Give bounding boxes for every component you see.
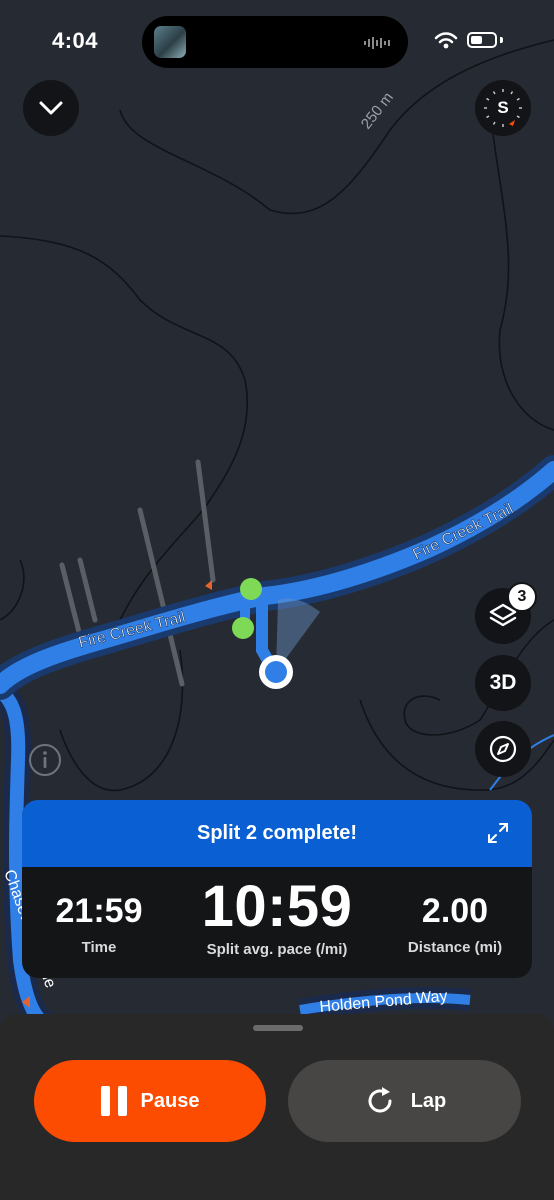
- now-playing-thumbnail: [154, 26, 186, 58]
- compass-heading-letter: S: [497, 98, 509, 117]
- audio-waveform-icon: [364, 37, 390, 49]
- battery-icon: [467, 32, 497, 48]
- stat-time-label: Time: [81, 939, 117, 956]
- toggle-3d-button[interactable]: 3D: [475, 655, 531, 711]
- split-card-header: Split 2 complete!: [22, 800, 532, 867]
- layers-count-badge: 3: [507, 582, 537, 612]
- compass-dial-button[interactable]: S: [475, 80, 531, 136]
- stat-distance-label: Distance (mi): [407, 939, 503, 956]
- stat-time: 21:59 Time: [42, 867, 156, 956]
- pause-label: Pause: [140, 1089, 200, 1112]
- lap-label: Lap: [410, 1089, 447, 1112]
- pause-button[interactable]: Pause: [34, 1060, 266, 1142]
- stat-pace-value: 10:59: [201, 874, 353, 939]
- stat-time-value: 21:59: [55, 892, 143, 930]
- wifi-icon: [434, 32, 458, 49]
- expand-icon[interactable]: [486, 821, 510, 845]
- pause-icon: [100, 1086, 127, 1116]
- lap-marker[interactable]: [232, 617, 254, 639]
- lap-button[interactable]: Lap: [288, 1060, 521, 1142]
- dynamic-island[interactable]: [142, 16, 408, 68]
- stat-pace: 10:59 Split avg. pace (/mi): [190, 867, 364, 958]
- split-complete-card: Split 2 complete! 21:59 Time 10:59 Split…: [22, 800, 532, 978]
- map-layers-button[interactable]: 3: [475, 582, 537, 644]
- chevron-down-icon: [39, 101, 63, 115]
- recenter-button[interactable]: [475, 721, 531, 777]
- compass-icon: [489, 735, 517, 763]
- collapse-button[interactable]: [23, 80, 79, 136]
- lap-refresh-icon: [368, 1087, 392, 1113]
- recording-controls-sheet: Pause Lap: [0, 1014, 554, 1200]
- toggle-3d-label: 3D: [489, 671, 517, 694]
- info-icon[interactable]: [28, 743, 62, 777]
- sheet-grabber[interactable]: [253, 1025, 303, 1031]
- status-time: 4:04: [52, 28, 99, 53]
- stat-distance-value: 2.00: [421, 892, 489, 930]
- lap-marker[interactable]: [240, 578, 262, 600]
- split-stats: 21:59 Time 10:59 Split avg. pace (/mi) 2…: [22, 867, 532, 978]
- stat-pace-label: Split avg. pace (/mi): [206, 941, 348, 958]
- stat-distance: 2.00 Distance (mi): [398, 867, 512, 956]
- split-title: Split 2 complete!: [196, 822, 358, 844]
- status-bar: 4:04: [0, 0, 554, 70]
